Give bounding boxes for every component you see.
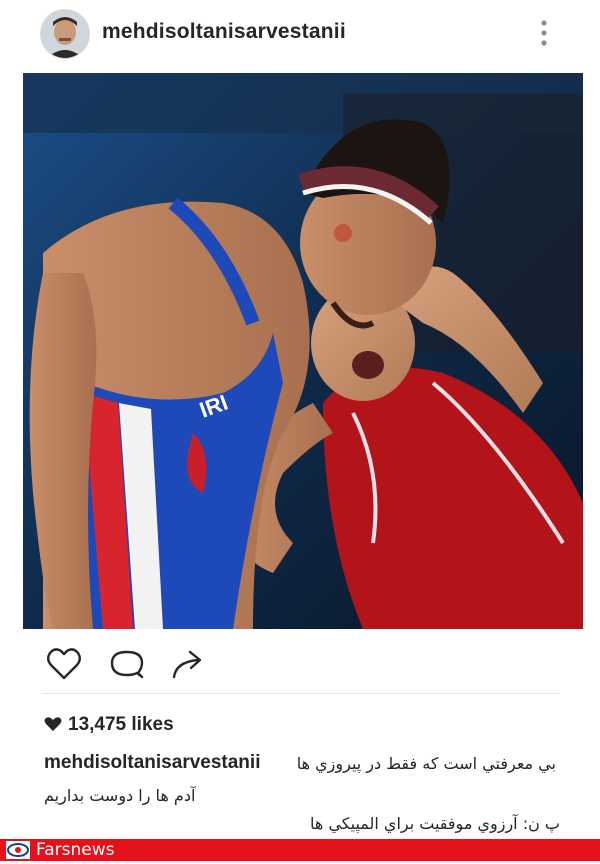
wrestling-photo: IRI	[23, 73, 583, 629]
more-vertical-icon	[541, 20, 547, 46]
post-photo[interactable]: IRI	[23, 73, 583, 629]
post-header: mehdisoltanisarvestanii	[0, 0, 600, 68]
farsnews-logo-icon	[6, 841, 30, 859]
caption-line-3: پ ن: آرزوي موفقيت براي المپيكي ها	[310, 814, 560, 833]
like-button[interactable]	[44, 644, 84, 684]
avatar[interactable]	[40, 9, 90, 59]
likes-text: 13,475 likes	[68, 714, 174, 735]
heart-icon	[47, 648, 81, 680]
likes-count[interactable]: 13,475 likes	[44, 714, 174, 736]
comment-button[interactable]	[107, 644, 147, 684]
share-button[interactable]	[168, 644, 208, 684]
divider	[42, 693, 560, 694]
comment-icon	[110, 650, 144, 679]
share-icon	[172, 650, 202, 679]
heart-filled-icon	[44, 716, 62, 732]
farsnews-bar: Farsnews	[0, 839, 600, 861]
farsnews-brand: Farsnews	[36, 840, 115, 860]
caption-line-2: آدم ها را دوست بداريم	[44, 786, 196, 805]
avatar-image	[41, 10, 89, 58]
caption-line-1: بي معرفتي است كه فقط در پيروزي ها	[296, 754, 556, 773]
more-options-button[interactable]	[534, 18, 554, 48]
caption-username[interactable]: mehdisoltanisarvestanii	[44, 752, 260, 774]
post-username[interactable]: mehdisoltanisarvestanii	[102, 20, 346, 44]
post-actions	[0, 640, 600, 690]
